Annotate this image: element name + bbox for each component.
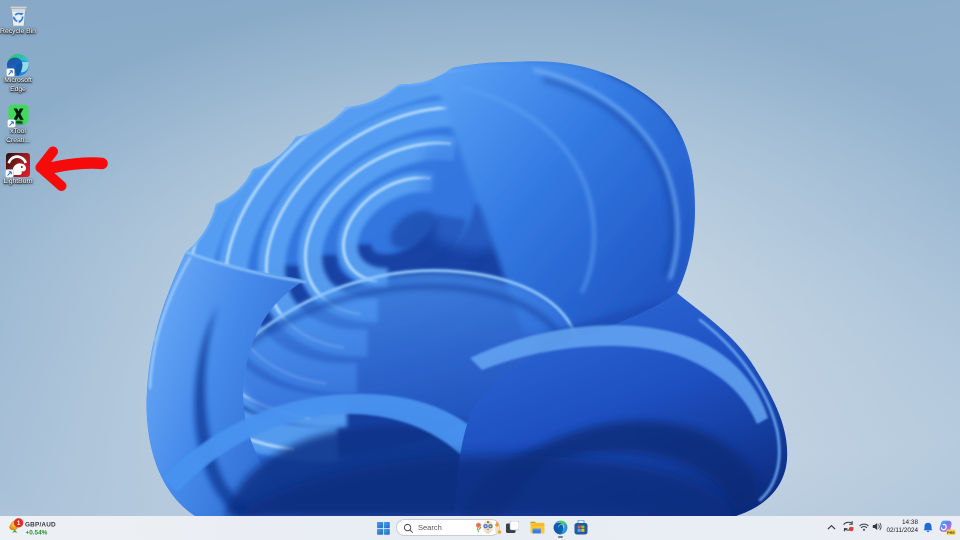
svg-text:1: 1 bbox=[17, 520, 21, 527]
svg-text:XTOOL: XTOOL bbox=[14, 121, 23, 124]
svg-text:GBP/AUD: GBP/AUD bbox=[25, 522, 56, 529]
svg-text:PRE: PRE bbox=[947, 531, 955, 535]
svg-text:+0.54%: +0.54% bbox=[26, 529, 48, 536]
